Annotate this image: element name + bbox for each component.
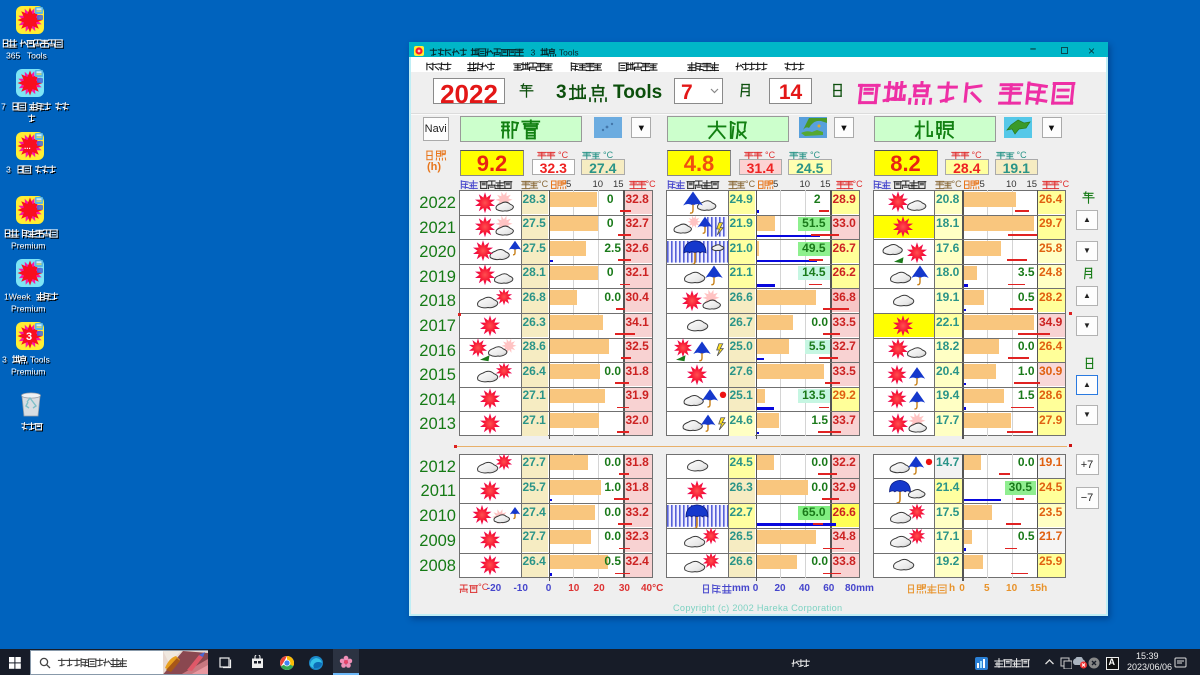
svg-text:Premium: Premium xyxy=(11,303,45,313)
svg-text:Tools: Tools xyxy=(26,50,46,60)
svg-text:3: 3 xyxy=(26,331,32,343)
svg-text:Premium: Premium xyxy=(11,366,45,376)
svg-text:3: 3 xyxy=(531,48,536,58)
svg-text:7: 7 xyxy=(1,102,6,112)
svg-text:365: 365 xyxy=(6,50,21,60)
svg-text:3: 3 xyxy=(6,165,11,175)
svg-text:1Week: 1Week xyxy=(4,292,31,302)
svg-text:...: ... xyxy=(24,142,31,151)
svg-text:Tools: Tools xyxy=(30,355,50,365)
svg-text:Tools: Tools xyxy=(559,48,579,58)
svg-text:3: 3 xyxy=(2,355,7,365)
svg-text:Premium: Premium xyxy=(11,240,45,250)
